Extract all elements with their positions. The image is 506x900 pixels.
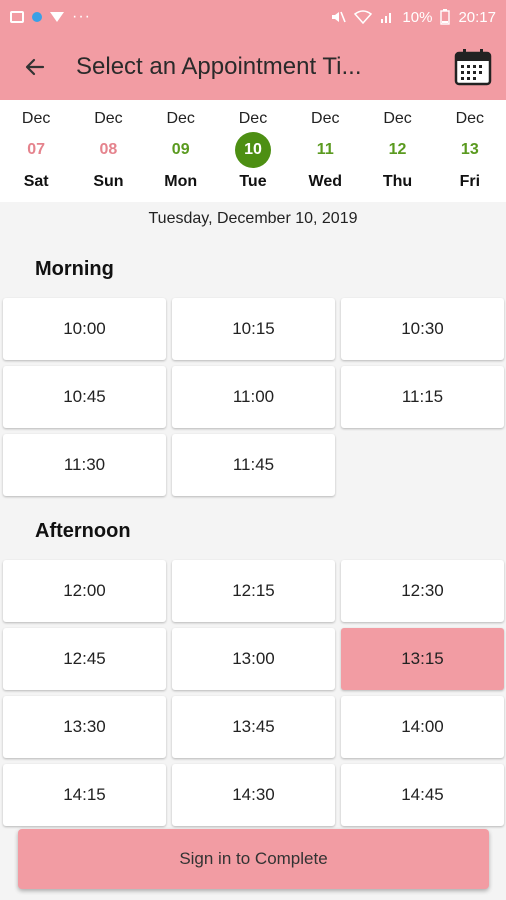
- time-slot[interactable]: 12:30: [341, 560, 504, 622]
- selected-date: Tuesday, December 10, 2019: [148, 210, 358, 227]
- day-number: 09: [171, 141, 190, 158]
- day-number: 11: [316, 141, 334, 158]
- morning-title: Morning: [35, 258, 114, 280]
- day-number: 12: [388, 141, 407, 158]
- day-name: Sat: [23, 173, 49, 190]
- day-number: 08: [99, 141, 118, 158]
- week-strip: Dec 07 Sat Dec 08 Sun Dec 09 Mon Dec 10 …: [0, 100, 506, 202]
- sign-in-complete-button[interactable]: Sign in to Complete: [18, 829, 489, 889]
- app-bar: Select an Appointment Ti...: [0, 34, 506, 100]
- time-slot[interactable]: 10:45: [3, 366, 166, 428]
- time-slot[interactable]: 12:45: [3, 628, 166, 690]
- battery-icon: [440, 9, 451, 25]
- clock: 20:17: [458, 8, 496, 26]
- time-slot[interactable]: 10:30: [341, 298, 504, 360]
- day-sat[interactable]: Dec 07 Sat: [0, 106, 72, 202]
- day-mon[interactable]: Dec 09 Mon: [145, 106, 217, 202]
- day-month: Dec: [94, 110, 123, 127]
- day-month: Dec: [21, 110, 51, 127]
- notification-dot-icon: [32, 12, 42, 22]
- day-thu[interactable]: Dec 12 Thu: [361, 106, 433, 202]
- time-slot[interactable]: 14:00: [341, 696, 504, 758]
- day-wed[interactable]: Dec 11 Wed: [289, 106, 361, 202]
- page-title: Select an Appointment Ti...: [76, 53, 362, 80]
- time-slot[interactable]: 10:00: [3, 298, 166, 360]
- day-name: Mon: [164, 173, 198, 190]
- time-slot[interactable]: 11:45: [172, 434, 335, 496]
- day-month: Dec: [311, 110, 340, 127]
- time-slot[interactable]: 12:15: [172, 560, 335, 622]
- day-name: Sun: [93, 173, 124, 190]
- day-name: Tue: [239, 173, 267, 190]
- morning-slots: 10:00 10:15 10:30 10:45 11:00 11:15 11:3…: [0, 298, 506, 496]
- day-month: Dec: [383, 110, 412, 127]
- time-slot[interactable]: 12:00: [3, 560, 166, 622]
- gallery-icon: [10, 11, 24, 23]
- time-slot[interactable]: 14:45: [341, 764, 504, 826]
- calendar-icon: [454, 49, 492, 86]
- time-slot[interactable]: 13:00: [172, 628, 335, 690]
- time-slot[interactable]: 11:30: [3, 434, 166, 496]
- day-month: Dec: [455, 110, 485, 127]
- time-slot[interactable]: 13:30: [3, 696, 166, 758]
- dropbox-icon: [50, 12, 64, 22]
- time-slot[interactable]: 13:45: [172, 696, 335, 758]
- day-number: 07: [27, 141, 46, 158]
- status-left: ···: [10, 8, 91, 26]
- day-sun[interactable]: Dec 08 Sun: [72, 106, 144, 202]
- time-slot-selected[interactable]: 13:15: [341, 628, 504, 690]
- day-name: Wed: [308, 173, 342, 190]
- mute-icon: [332, 11, 347, 23]
- back-button[interactable]: [14, 46, 56, 88]
- signal-icon: [381, 13, 392, 23]
- day-month: Dec: [166, 110, 195, 127]
- time-slot[interactable]: 11:15: [341, 366, 504, 428]
- status-bar: ··· 10% 20:17: [0, 0, 506, 34]
- more-notifications-icon: ···: [72, 8, 91, 25]
- day-fri[interactable]: Dec 13 Fri: [434, 106, 506, 202]
- afternoon-slots: 12:00 12:15 12:30 12:45 13:00 13:15 13:3…: [0, 560, 506, 826]
- battery-percent: 10%: [402, 8, 433, 26]
- day-number-selected: 10: [234, 132, 271, 168]
- calendar-button[interactable]: [452, 46, 494, 88]
- arrow-left-icon: [25, 58, 45, 76]
- time-slot[interactable]: 10:15: [172, 298, 335, 360]
- time-slot[interactable]: 14:15: [3, 764, 166, 826]
- day-name: Thu: [382, 173, 413, 190]
- wifi-icon: [354, 10, 373, 24]
- day-tue[interactable]: Dec 10 Tue: [217, 106, 289, 202]
- afternoon-title: Afternoon: [35, 520, 131, 542]
- day-name: Fri: [459, 173, 481, 190]
- day-number: 13: [460, 141, 479, 158]
- time-slot[interactable]: 14:30: [172, 764, 335, 826]
- day-month: Dec: [238, 110, 268, 127]
- time-slot[interactable]: 11:00: [172, 366, 335, 428]
- status-right: 10% 20:17: [330, 9, 496, 26]
